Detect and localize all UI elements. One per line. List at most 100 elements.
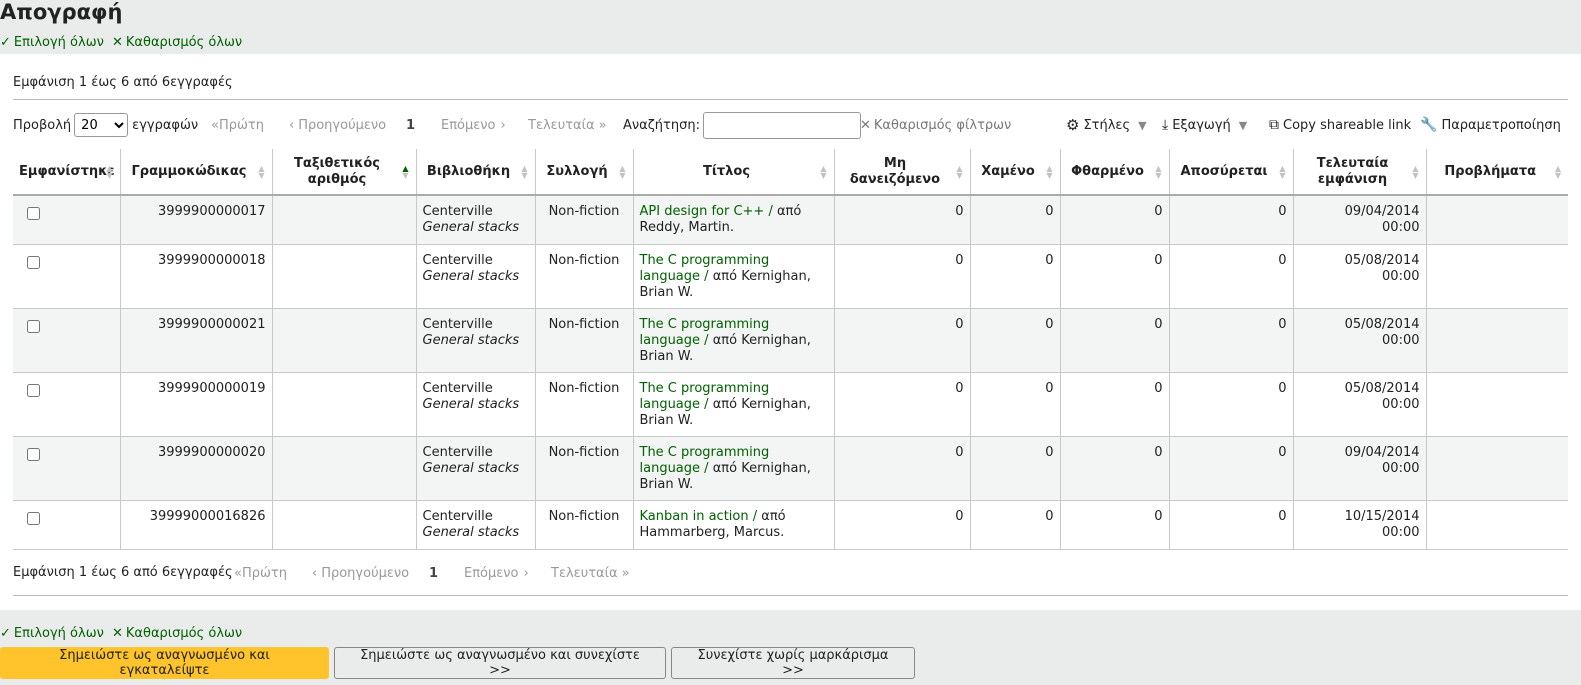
cell-seen — [13, 500, 121, 550]
page-title: Απογραφή — [0, 0, 123, 24]
lastseen-time: 00:00 — [1382, 220, 1420, 235]
shelving-location: General stacks — [422, 396, 520, 412]
lastseen-date: 09/04/2014 — [1344, 204, 1420, 219]
cell-lost: 0 — [970, 436, 1061, 501]
lastseen-date: 05/08/2014 — [1344, 316, 1420, 332]
library-name: Centerville — [422, 508, 493, 524]
continue-no-mark-button[interactable]: Συνεχίστε χωρίς μαρκάρισμα >> — [671, 647, 915, 679]
cell-damaged: 0 — [1060, 372, 1170, 437]
column-header-title[interactable]: Τίτλος ▲ ▼ — [633, 149, 835, 196]
mark-seen-continue-button[interactable]: Σημειώστε ως αναγνωσμένο και συνεχίστε >… — [334, 647, 666, 679]
lastseen-date: 10/15/2014 — [1344, 508, 1420, 524]
column-header-notforloan[interactable]: Μη δανειζόμενο ▲ ▼ — [834, 149, 971, 196]
by-label: από — [712, 268, 738, 284]
column-header-library[interactable]: Βιβλιοθήκη ▲ ▼ — [416, 149, 536, 196]
double-chevron-right-icon: » — [621, 565, 630, 581]
seen-checkbox[interactable] — [27, 255, 40, 269]
column-header-seen[interactable]: Εμφανίστηκε ▲ ▼ — [13, 149, 121, 196]
by-label: από — [776, 204, 802, 219]
table-row: 3999900000020 Centerville General stacks No… — [13, 436, 1568, 501]
seen-checkbox[interactable] — [27, 447, 40, 461]
cell-problems — [1426, 244, 1568, 309]
cell-library: Centerville General stacks — [416, 500, 536, 550]
cell-seen — [13, 436, 121, 501]
cell-lastseen: 05/08/2014 00:00 — [1293, 308, 1427, 373]
column-header-damaged[interactable]: Φθαρμένο ▲ ▼ — [1060, 149, 1170, 196]
cell-notforloan: 0 — [834, 436, 971, 501]
cell-lastseen: 09/04/2014 00:00 — [1293, 195, 1427, 245]
mark-seen-quit-button[interactable]: Σημειώστε ως αναγνωσμένο και εγκαταλείψτ… — [0, 647, 329, 679]
seen-checkbox[interactable] — [27, 511, 40, 525]
title-link[interactable]: API design for C++ / — [640, 204, 773, 219]
double-chevron-right-icon: » — [598, 117, 607, 133]
export-button[interactable]: ⤓ Εξαγωγή ▼ — [1162, 111, 1247, 139]
column-header-callnumber[interactable]: Ταξιθετικός αριθμός ▲ ▼ — [272, 149, 417, 196]
cell-collection: Non-fiction — [535, 500, 634, 550]
column-header-lost[interactable]: Χαμένο ▲ ▼ — [970, 149, 1061, 196]
pagination-page[interactable]: 1 — [406, 111, 415, 139]
pagination-next[interactable]: Επόμενο › — [441, 111, 506, 139]
cell-withdrawn: 0 — [1169, 500, 1294, 550]
cell-callnumber — [272, 308, 417, 373]
cell-lost: 0 — [970, 195, 1061, 245]
cell-lastseen: 05/08/2014 00:00 — [1293, 372, 1427, 437]
cell-lastseen: 09/04/2014 00:00 — [1293, 436, 1427, 501]
cell-title: The C programming language / από Kernigh… — [633, 308, 835, 373]
cell-withdrawn: 0 — [1169, 372, 1294, 437]
sort-icon: ▲ ▼ — [106, 163, 113, 180]
column-header-barcode[interactable]: Γραμμοκώδικας ▲ ▼ — [120, 149, 273, 196]
seen-checkbox[interactable] — [27, 207, 40, 220]
pagination-page-bottom[interactable]: 1 — [429, 559, 438, 587]
by-label: από — [712, 396, 738, 412]
pagination-first[interactable]: «Πρώτη — [211, 111, 264, 139]
select-all-link[interactable]: ✓ Επιλογή όλων — [0, 35, 104, 50]
pagination-last-bottom[interactable]: Τελευταία» — [551, 559, 630, 587]
cell-problems — [1426, 372, 1568, 437]
pagination-previous-bottom[interactable]: ‹ Προηγούμενο — [312, 559, 409, 587]
cell-barcode: 3999900000021 — [120, 308, 273, 373]
cell-problems — [1426, 436, 1568, 501]
double-chevron-left-icon: « — [234, 565, 242, 581]
table-row: 3999900000021 Centerville General stacks No… — [13, 308, 1568, 373]
clear-all-link[interactable]: ✕ Καθαρισμός όλων — [112, 626, 242, 641]
pagination-previous[interactable]: ‹ Προηγούμενο — [289, 111, 386, 139]
inventory-table: Εμφανίστηκε ▲ ▼ Γραμμοκώδικας ▲ ▼ Ταξιθετικός … — [13, 149, 1568, 550]
clear-all-link[interactable]: ✕ Καθαρισμός όλων — [112, 35, 242, 50]
sort-icon: ▲ ▼ — [1046, 163, 1053, 180]
column-header-collection[interactable]: Συλλογή ▲ ▼ — [535, 149, 634, 196]
cell-withdrawn: 0 — [1169, 436, 1294, 501]
cell-barcode: 39999000016826 — [120, 500, 273, 550]
inventory-panel: Εμφάνιση 1 έως 6 από 6εγγραφές Προβολή 1… — [0, 54, 1581, 610]
table-header-row: Εμφανίστηκε ▲ ▼ Γραμμοκώδικας ▲ ▼ Ταξιθετικός … — [13, 149, 1568, 196]
search-input[interactable] — [702, 111, 861, 139]
pagination-last[interactable]: Τελευταία» — [528, 111, 607, 139]
column-header-lastseen[interactable]: Τελευταία εμφάνιση ▲ ▼ — [1293, 149, 1427, 196]
x-icon: ✕ — [112, 626, 123, 641]
page-length-select[interactable]: 102050100 — [74, 113, 129, 137]
caret-down-icon: ▼ — [1238, 118, 1248, 132]
seen-checkbox[interactable] — [27, 319, 40, 333]
title-link[interactable]: Kanban in action / — [640, 509, 758, 524]
columns-button[interactable]: ⚙ Στήλες ▼ — [1066, 111, 1147, 139]
chevron-left-icon: ‹ — [289, 117, 295, 133]
select-all-link[interactable]: ✓ Επιλογή όλων — [0, 626, 104, 641]
library-name: Centerville — [422, 204, 493, 219]
by-label: από — [712, 332, 738, 348]
wrench-icon: 🔧 — [1420, 117, 1438, 133]
column-header-withdrawn[interactable]: Αποσύρεται ▲ ▼ — [1169, 149, 1294, 196]
configure-button[interactable]: 🔧 Παραμετροποίηση — [1420, 111, 1561, 139]
sort-icon: ▲ ▼ — [1155, 163, 1162, 180]
lastseen-date: 05/08/2014 — [1344, 252, 1420, 268]
copy-link-button[interactable]: ⧉ Copy shareable link — [1269, 111, 1411, 139]
cell-collection: Non-fiction — [535, 195, 634, 245]
seen-checkbox[interactable] — [27, 383, 40, 397]
column-header-problems[interactable]: Προβλήματα ▲ ▼ — [1426, 149, 1568, 196]
pagination-next-bottom[interactable]: Επόμενο › — [464, 559, 529, 587]
cell-title: The C programming language / από Kernigh… — [633, 436, 835, 501]
cell-withdrawn: 0 — [1169, 244, 1294, 309]
clear-filter-button[interactable]: ✕ Καθαρισμός φίλτρων — [860, 111, 1011, 139]
lastseen-time: 00:00 — [1382, 396, 1420, 412]
cell-barcode: 3999900000019 — [120, 372, 273, 437]
pagination-first-bottom[interactable]: «Πρώτη — [234, 559, 287, 587]
cell-notforloan: 0 — [834, 244, 971, 309]
